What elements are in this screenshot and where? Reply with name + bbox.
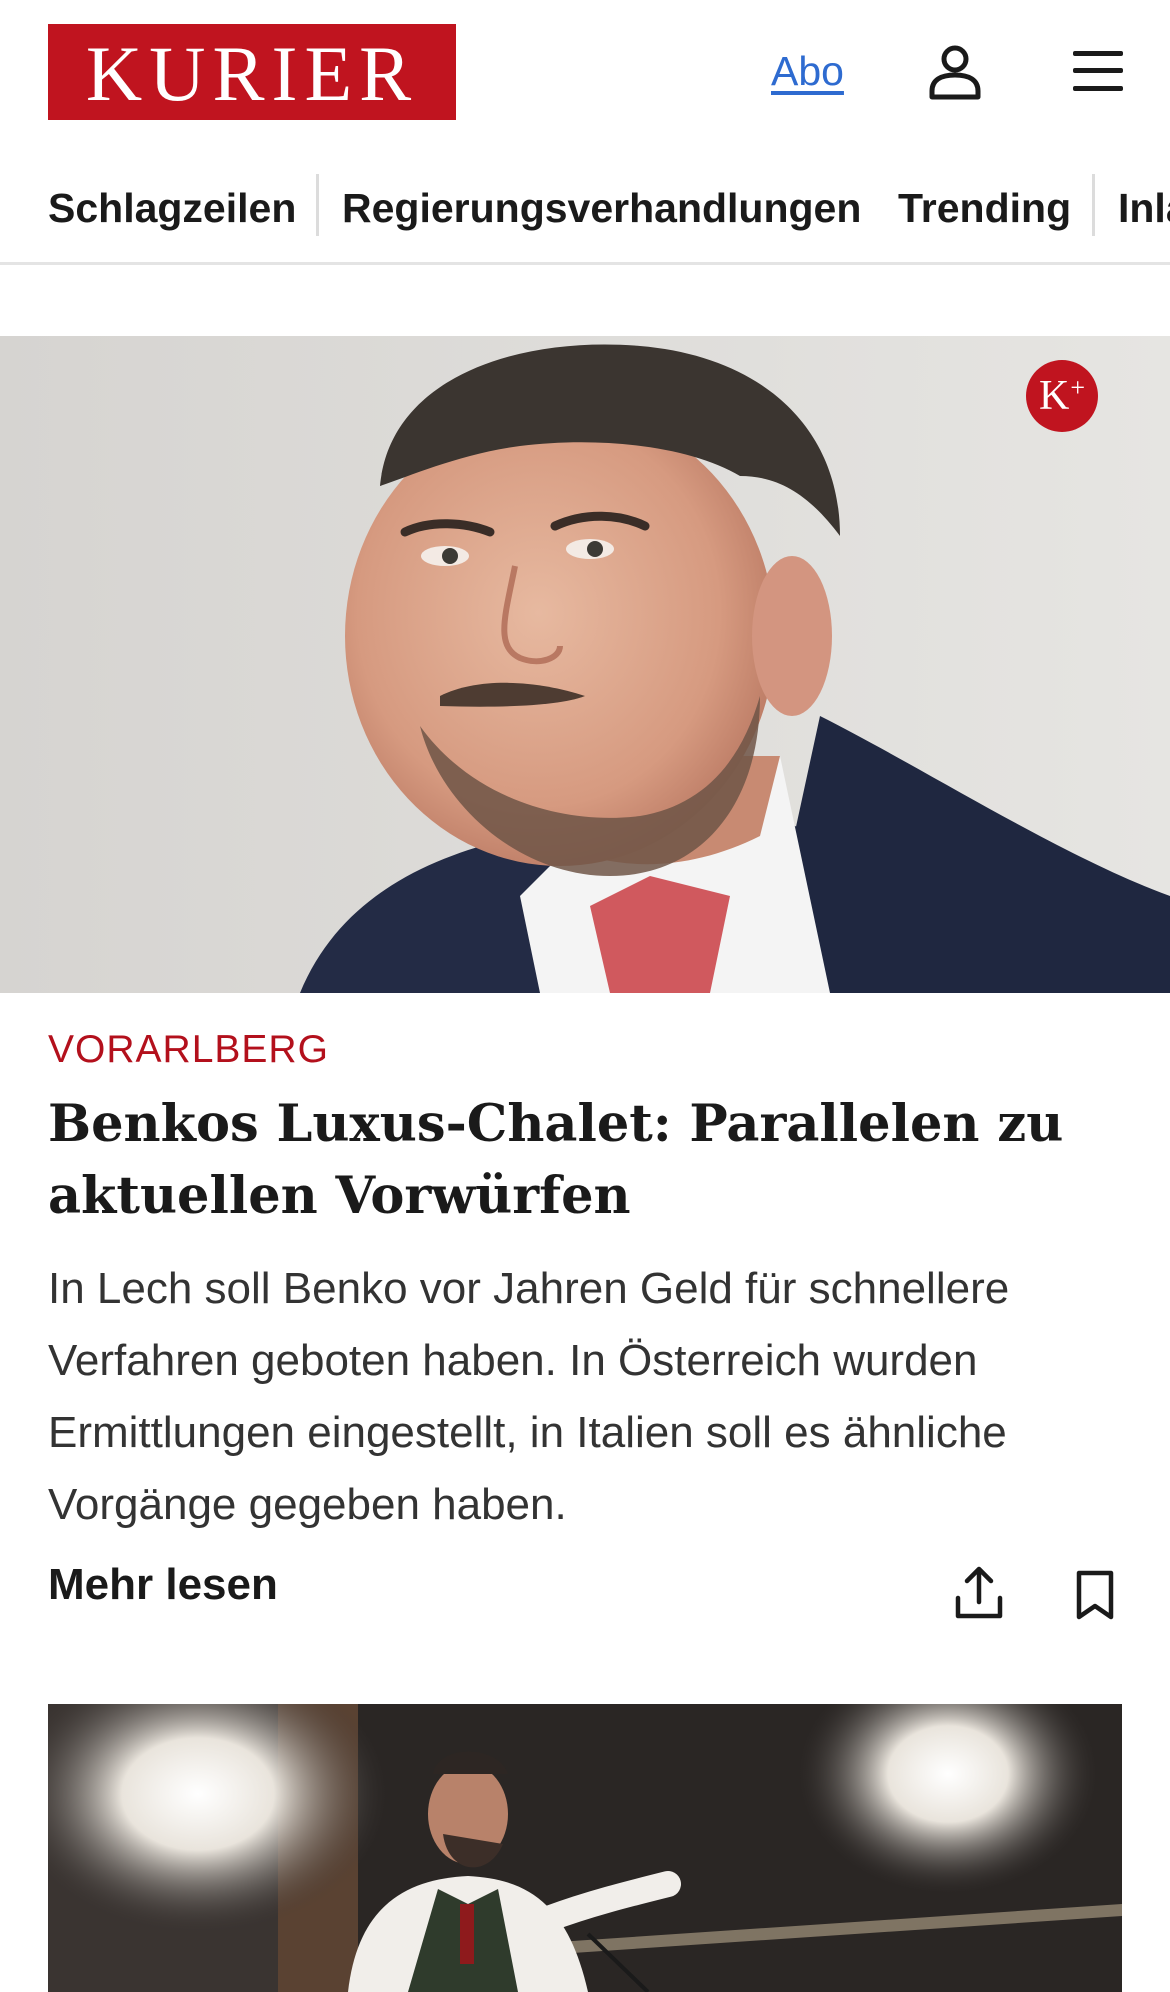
article-kicker[interactable]: VORARLBERG (48, 1028, 329, 1072)
menu-icon[interactable] (1071, 48, 1125, 94)
bookmark-icon[interactable] (1074, 1570, 1116, 1620)
badge-letter: K (1038, 373, 1070, 419)
user-icon[interactable] (928, 44, 982, 100)
kurier-plus-badge: K + (1026, 360, 1098, 432)
article-teaser: In Lech soll Benko vor Jahren Geld für s… (48, 1264, 1010, 1529)
site-header: KURIER Abo (0, 0, 1170, 146)
nav-item-regierungsverhandlungen[interactable]: Regierungsverhandlungen (342, 178, 861, 238)
kurier-logo[interactable]: KURIER (48, 24, 456, 120)
badge-plus: + (1070, 373, 1085, 402)
logo-text: KURIER (85, 30, 419, 117)
nav-item-schlagzeilen[interactable]: Schlagzeilen (48, 178, 296, 238)
nav-item-inland[interactable]: Inland (1118, 178, 1170, 238)
article-hero-image[interactable] (0, 336, 1170, 993)
abo-link[interactable]: Abo (771, 48, 844, 95)
nav-divider (316, 174, 319, 236)
nav-divider (1092, 174, 1095, 236)
second-article-image[interactable] (48, 1704, 1122, 1992)
category-nav: Schlagzeilen Regierungsverhandlungen Tre… (0, 166, 1170, 265)
portrait-illustration (0, 336, 1170, 993)
speaker-illustration (48, 1704, 1122, 1992)
article-headline[interactable]: Benkos Luxus-Chalet: Parallelen zu aktu­… (48, 1088, 1128, 1232)
share-icon[interactable] (954, 1566, 1004, 1620)
nav-item-trending[interactable]: Trending (898, 178, 1071, 238)
read-more-link[interactable]: Mehr lesen (48, 1560, 278, 1610)
